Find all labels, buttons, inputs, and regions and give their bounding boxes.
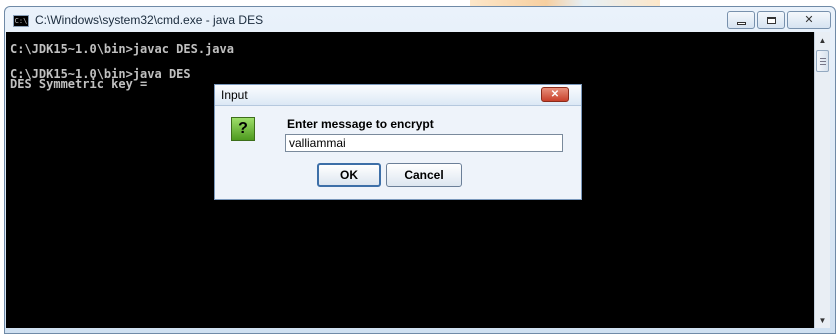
console-line: DES Symmetric key = bbox=[10, 77, 155, 91]
dialog-title: Input bbox=[221, 88, 248, 102]
maximize-button[interactable] bbox=[757, 11, 785, 29]
close-icon: ✕ bbox=[804, 13, 814, 26]
close-icon: ✕ bbox=[550, 89, 560, 100]
window-title: C:\Windows\system32\cmd.exe - java DES bbox=[35, 13, 264, 27]
dialog-close-button[interactable]: ✕ bbox=[541, 87, 569, 102]
ok-button[interactable]: OK bbox=[317, 163, 381, 187]
title-bar[interactable]: C:\ C:\Windows\system32\cmd.exe - java D… bbox=[5, 7, 835, 35]
question-icon: ? bbox=[231, 117, 255, 141]
message-input[interactable] bbox=[285, 134, 563, 152]
grip-icon bbox=[819, 57, 826, 65]
close-button[interactable]: ✕ bbox=[787, 11, 831, 29]
cancel-button[interactable]: Cancel bbox=[386, 163, 462, 187]
minimize-icon bbox=[736, 21, 746, 25]
vertical-scrollbar[interactable]: ▲ ▼ bbox=[814, 32, 830, 328]
console-line: C:\JDK15~1.0\bin>javac DES.java bbox=[10, 42, 234, 56]
scroll-thumb[interactable] bbox=[816, 50, 829, 72]
dialog-prompt: Enter message to encrypt bbox=[287, 117, 434, 131]
minimize-button[interactable] bbox=[727, 11, 755, 29]
maximize-icon bbox=[766, 16, 776, 24]
scroll-down-arrow-icon[interactable]: ▼ bbox=[815, 312, 830, 328]
cmd-icon: C:\ bbox=[13, 15, 29, 27]
scroll-up-arrow-icon[interactable]: ▲ bbox=[815, 32, 830, 48]
input-dialog: Input ✕ ? Enter message to encrypt OK Ca… bbox=[214, 84, 582, 200]
dialog-title-bar[interactable]: Input ✕ bbox=[215, 85, 581, 106]
